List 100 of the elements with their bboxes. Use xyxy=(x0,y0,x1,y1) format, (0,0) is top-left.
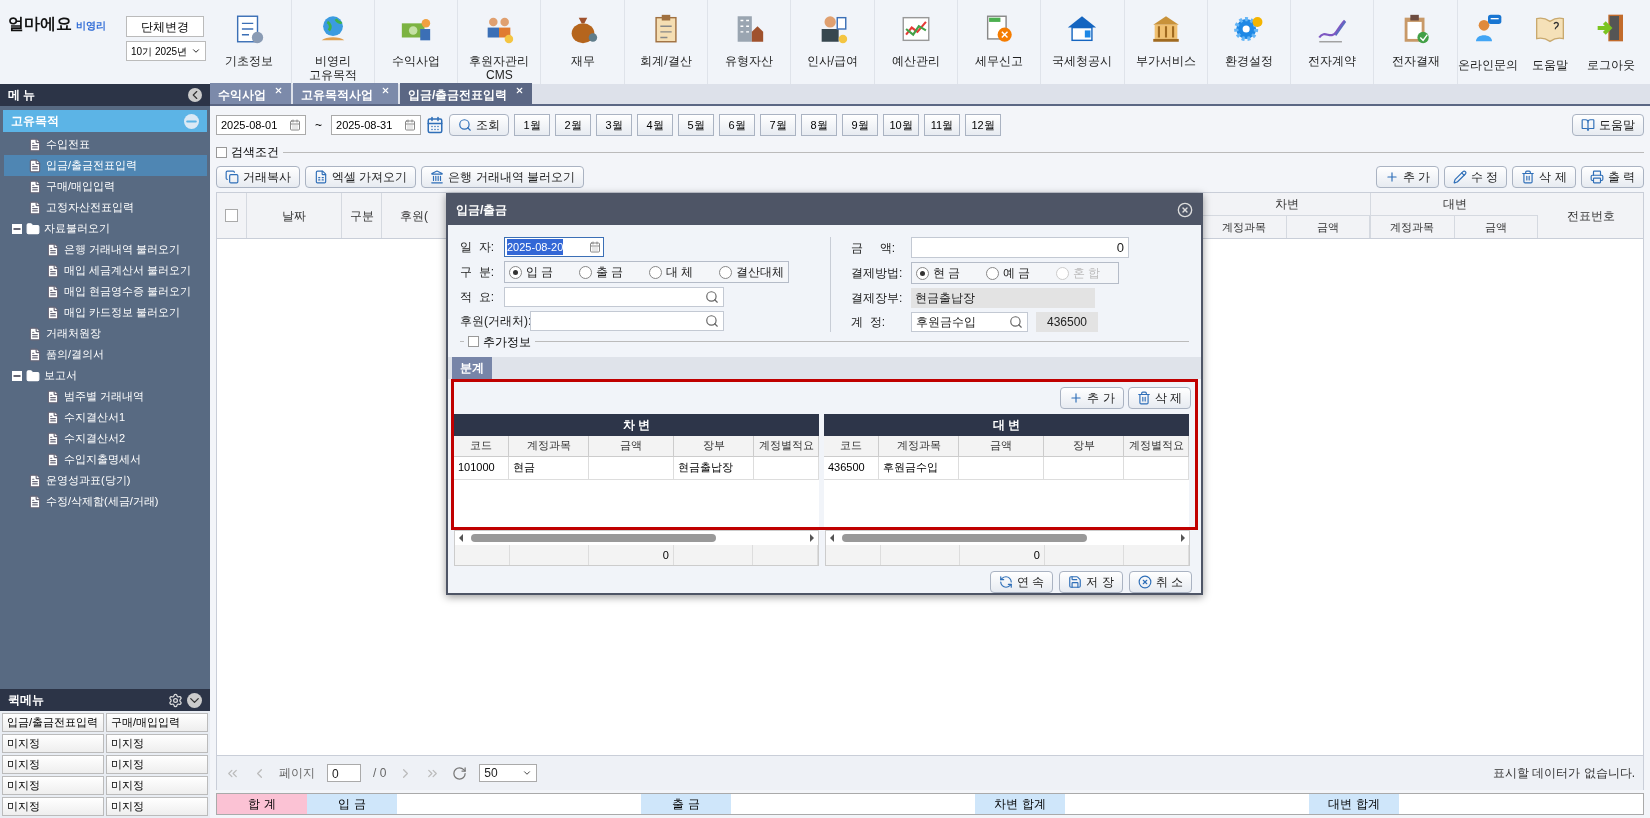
bank-button[interactable]: 은행 거래내역 불러오기 xyxy=(421,166,584,188)
menu-tree-item[interactable]: 은행 거래내역 불러오기 xyxy=(4,239,207,260)
refresh-icon[interactable] xyxy=(452,765,468,781)
radio-option[interactable]: 대 체 xyxy=(649,263,707,281)
quick-menu-item[interactable]: 구매/매입입력 xyxy=(106,713,208,732)
repeat-button[interactable]: 연 속 xyxy=(989,571,1054,593)
settings-icon[interactable] xyxy=(168,692,183,708)
menu-tree-item[interactable]: 수지결산서1 xyxy=(4,407,207,428)
checkbox[interactable] xyxy=(468,336,479,348)
menu-tree-item[interactable]: 자료불러오기 xyxy=(4,218,207,239)
close-tab-icon[interactable] xyxy=(515,86,525,95)
menu-tree-item[interactable]: 거래처원장 xyxy=(4,323,207,344)
tab[interactable]: 분계 xyxy=(452,356,492,379)
spreadsheet-button[interactable]: 엑셀 가져오기 xyxy=(305,166,417,188)
radio-button[interactable] xyxy=(986,266,999,280)
menu-tree-item[interactable]: 수지결산서2 xyxy=(4,428,207,449)
menu-tree-item[interactable]: 수정/삭제함(세금/거래) xyxy=(4,491,207,512)
quick-menu-item[interactable]: 미지정 xyxy=(106,776,208,795)
top-menu-item[interactable]: 도움말 xyxy=(1519,0,1581,84)
menu-tree-item[interactable]: 운영성과표(당기) xyxy=(4,470,207,491)
page-field[interactable]: 0 xyxy=(327,764,361,782)
quick-menu-item[interactable]: 미지정 xyxy=(2,797,104,816)
month-button[interactable]: 1월 xyxy=(514,114,550,136)
search-button[interactable]: 조회 xyxy=(449,114,509,136)
help-book-button[interactable]: 도움말 xyxy=(1572,114,1644,136)
calendar-icon[interactable] xyxy=(289,119,301,131)
month-button[interactable]: 12월 xyxy=(965,114,1001,136)
period-dropdown[interactable]: 10기 2025년 xyxy=(126,41,206,61)
month-button[interactable]: 8월 xyxy=(801,114,837,136)
quick-menu-item[interactable]: 미지정 xyxy=(106,734,208,753)
search-icon[interactable] xyxy=(1009,315,1023,329)
radio-button[interactable] xyxy=(579,265,592,279)
organization-button[interactable]: 단체변경 xyxy=(126,16,204,37)
radio-option[interactable]: 입 금 xyxy=(509,263,567,281)
date-field[interactable]: 2025-08-31 xyxy=(331,115,421,135)
month-button[interactable]: 10월 xyxy=(883,114,919,136)
close-tab-icon[interactable] xyxy=(274,86,283,95)
select-all-checkbox[interactable] xyxy=(225,209,238,222)
radio-option[interactable]: 출 금 xyxy=(579,263,637,281)
calendar-icon[interactable] xyxy=(404,119,416,131)
top-menu-item[interactable]: 온라인문의 xyxy=(1457,0,1520,84)
pencil-button[interactable]: 수 정 xyxy=(1443,166,1508,188)
save-button[interactable]: 저 장 xyxy=(1059,571,1123,593)
menu-tree-item[interactable]: 매입 카드정보 불러오기 xyxy=(4,302,207,323)
collapse-icon[interactable] xyxy=(187,692,202,708)
menu-tree-item[interactable]: 입금/출금전표입력 xyxy=(4,155,207,176)
menu-tree-item[interactable]: 수입전표 xyxy=(4,134,207,155)
plus-button[interactable]: 추 가 xyxy=(1060,386,1124,409)
menu-tree-item[interactable]: 수입지출명세서 xyxy=(4,449,207,470)
radio-button[interactable] xyxy=(916,266,929,280)
search-icon[interactable] xyxy=(705,290,719,304)
printer-button[interactable]: 출 력 xyxy=(1580,166,1644,188)
month-button[interactable]: 5월 xyxy=(678,114,714,136)
calendar-icon[interactable] xyxy=(426,116,444,134)
radio-button[interactable] xyxy=(649,265,662,279)
close-icon[interactable] xyxy=(1177,202,1193,218)
menu-tree-item[interactable]: 매입 현금영수증 불러오기 xyxy=(4,281,207,302)
month-button[interactable]: 7월 xyxy=(760,114,796,136)
menu-tree-item[interactable]: 품의/결의서 xyxy=(4,344,207,365)
radio-button[interactable] xyxy=(719,265,732,279)
collapse-icon[interactable] xyxy=(12,370,22,381)
quick-menu-item[interactable]: 미지정 xyxy=(2,776,104,795)
month-button[interactable]: 3월 xyxy=(596,114,632,136)
top-menu-item[interactable]: 로그아웃 xyxy=(1580,0,1643,84)
menu-tree-item[interactable]: 구매/매입입력 xyxy=(4,176,207,197)
close-tab-icon[interactable] xyxy=(381,86,390,95)
trash-button[interactable]: 삭 제 xyxy=(1512,166,1576,188)
calendar-icon[interactable] xyxy=(589,241,601,253)
cancel-button[interactable]: 취 소 xyxy=(1128,571,1192,593)
menu-tree-item[interactable]: 범주별 거래내역 xyxy=(4,386,207,407)
quick-menu-item[interactable]: 입금/출금전표입력 xyxy=(2,713,104,732)
radio-button[interactable] xyxy=(509,265,522,279)
search-field[interactable] xyxy=(504,287,724,307)
search-icon[interactable] xyxy=(705,314,719,328)
plus-button[interactable]: 추 가 xyxy=(1375,166,1439,188)
radio-option[interactable]: 예 금 xyxy=(986,264,1044,282)
checkbox[interactable] xyxy=(216,146,227,158)
quick-menu-item[interactable]: 미지정 xyxy=(2,755,104,774)
quick-menu-item[interactable]: 미지정 xyxy=(106,797,208,816)
quick-menu-item[interactable]: 미지정 xyxy=(2,734,104,753)
collapse-sidebar-icon[interactable] xyxy=(188,88,202,102)
menu-tree-item[interactable]: 매입 세금계산서 불러오기 xyxy=(4,260,207,281)
collapse-icon[interactable] xyxy=(12,223,22,234)
copy-button[interactable]: 거래복사 xyxy=(216,166,300,188)
month-button[interactable]: 6월 xyxy=(719,114,755,136)
trash-button[interactable]: 삭 제 xyxy=(1127,386,1191,409)
tab[interactable]: 입금/출금전표입력 xyxy=(400,83,533,104)
menu-tree-item[interactable]: 고정자산전표입력 xyxy=(4,197,207,218)
menu-tree-item[interactable]: 보고서 xyxy=(4,365,207,386)
month-button[interactable]: 11월 xyxy=(924,114,960,136)
horizontal-scrollbar[interactable] xyxy=(826,531,1189,545)
amount-field[interactable]: 0 xyxy=(911,237,1129,258)
radio-option[interactable]: 결산대체 xyxy=(719,263,784,281)
quick-menu-item[interactable]: 미지정 xyxy=(106,755,208,774)
month-button[interactable]: 9월 xyxy=(842,114,878,136)
date-field[interactable]: 2025-08-01 xyxy=(216,115,306,135)
radio-option[interactable]: 현 금 xyxy=(916,264,974,282)
search-field[interactable] xyxy=(530,311,724,331)
search-field[interactable]: 후원금수입 xyxy=(911,312,1028,332)
page-size-dropdown[interactable]: 50 xyxy=(479,764,538,782)
